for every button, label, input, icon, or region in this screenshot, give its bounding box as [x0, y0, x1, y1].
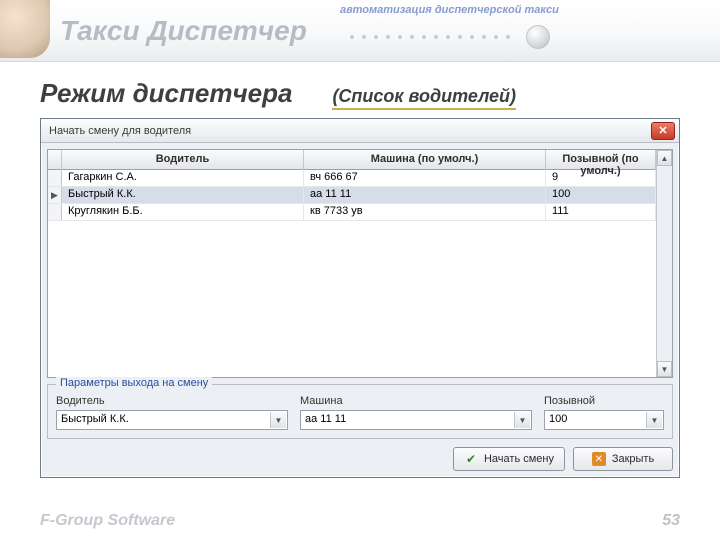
cell-car: кв 7733 ув [304, 204, 546, 220]
car-field: Машина аа 11 11 ▼ [300, 395, 532, 430]
car-combobox[interactable]: аа 11 11 ▼ [300, 410, 532, 430]
slide-footer: F-Group Software 53 [40, 512, 680, 530]
scroll-down-icon[interactable]: ▼ [657, 361, 672, 377]
row-marker-current-icon: ▶ [48, 187, 62, 203]
page-number: 53 [662, 512, 680, 530]
start-shift-button[interactable]: ✔ Начать смену [453, 447, 565, 471]
start-shift-label: Начать смену [484, 453, 554, 465]
dialog-title: Начать смену для водителя [49, 125, 191, 137]
row-marker [48, 204, 62, 220]
decorative-dots [350, 22, 550, 52]
close-icon: ✕ [658, 124, 667, 137]
callsign-field: Позывной 100 ▼ [544, 395, 664, 430]
orb-icon [526, 25, 550, 49]
driver-value: Быстрый К.К. [61, 413, 129, 425]
chevron-down-icon[interactable]: ▼ [646, 412, 662, 428]
chevron-down-icon[interactable]: ▼ [270, 412, 286, 428]
cell-callsign: 100 [546, 187, 656, 203]
grid-header: Водитель Машина (по умолч.) Позывной (по… [48, 150, 656, 170]
cell-car: аа 11 11 [304, 187, 546, 203]
page-subheading: (Список водителей) [332, 86, 516, 110]
cell-callsign: 9 [546, 170, 656, 186]
driver-field: Водитель Быстрый К.К. ▼ [56, 395, 288, 430]
table-row[interactable]: Гагаркин С.А. вч 666 67 9 [48, 170, 656, 187]
callsign-value: 100 [549, 413, 567, 425]
cell-callsign: 111 [546, 204, 656, 220]
brand-title: Такси Диспетчер [60, 15, 307, 47]
vendor-label: F-Group Software [40, 512, 175, 530]
close-dialog-label: Закрыть [612, 453, 654, 465]
callsign-label: Позывной [544, 395, 664, 407]
car-value: аа 11 11 [305, 413, 346, 425]
x-icon: ✕ [592, 452, 606, 466]
close-button[interactable]: ✕ [651, 122, 675, 140]
driver-label: Водитель [56, 395, 288, 407]
car-label: Машина [300, 395, 532, 407]
dialog-buttons: ✔ Начать смену ✕ Закрыть [47, 445, 673, 471]
brand-tagline: автоматизация диспетчерской такси [340, 4, 559, 16]
cell-driver: Быстрый К.К. [62, 187, 304, 203]
cell-driver: Круглякин Б.Б. [62, 204, 304, 220]
cell-driver: Гагаркин С.А. [62, 170, 304, 186]
start-shift-dialog: Начать смену для водителя ✕ Водитель Маш… [40, 118, 680, 478]
table-row[interactable]: ▶ Быстрый К.К. аа 11 11 100 [48, 187, 656, 204]
app-header: Такси Диспетчер автоматизация диспетчерс… [0, 0, 720, 62]
group-title: Параметры выхода на смену [56, 377, 212, 389]
vertical-scrollbar[interactable]: ▲ ▼ [656, 150, 672, 377]
drivers-grid[interactable]: Водитель Машина (по умолч.) Позывной (по… [47, 149, 673, 378]
dialog-titlebar[interactable]: Начать смену для водителя ✕ [41, 119, 679, 143]
operator-avatar [0, 0, 50, 58]
check-icon: ✔ [464, 452, 478, 466]
row-marker [48, 170, 62, 186]
callsign-combobox[interactable]: 100 ▼ [544, 410, 664, 430]
cell-car: вч 666 67 [304, 170, 546, 186]
table-row[interactable]: Круглякин Б.Б. кв 7733 ув 111 [48, 204, 656, 221]
close-dialog-button[interactable]: ✕ Закрыть [573, 447, 673, 471]
shift-params-group: Параметры выхода на смену Водитель Быстр… [47, 384, 673, 439]
page-heading: Режим диспетчера [40, 78, 292, 109]
scroll-up-icon[interactable]: ▲ [657, 150, 672, 166]
chevron-down-icon[interactable]: ▼ [514, 412, 530, 428]
driver-combobox[interactable]: Быстрый К.К. ▼ [56, 410, 288, 430]
